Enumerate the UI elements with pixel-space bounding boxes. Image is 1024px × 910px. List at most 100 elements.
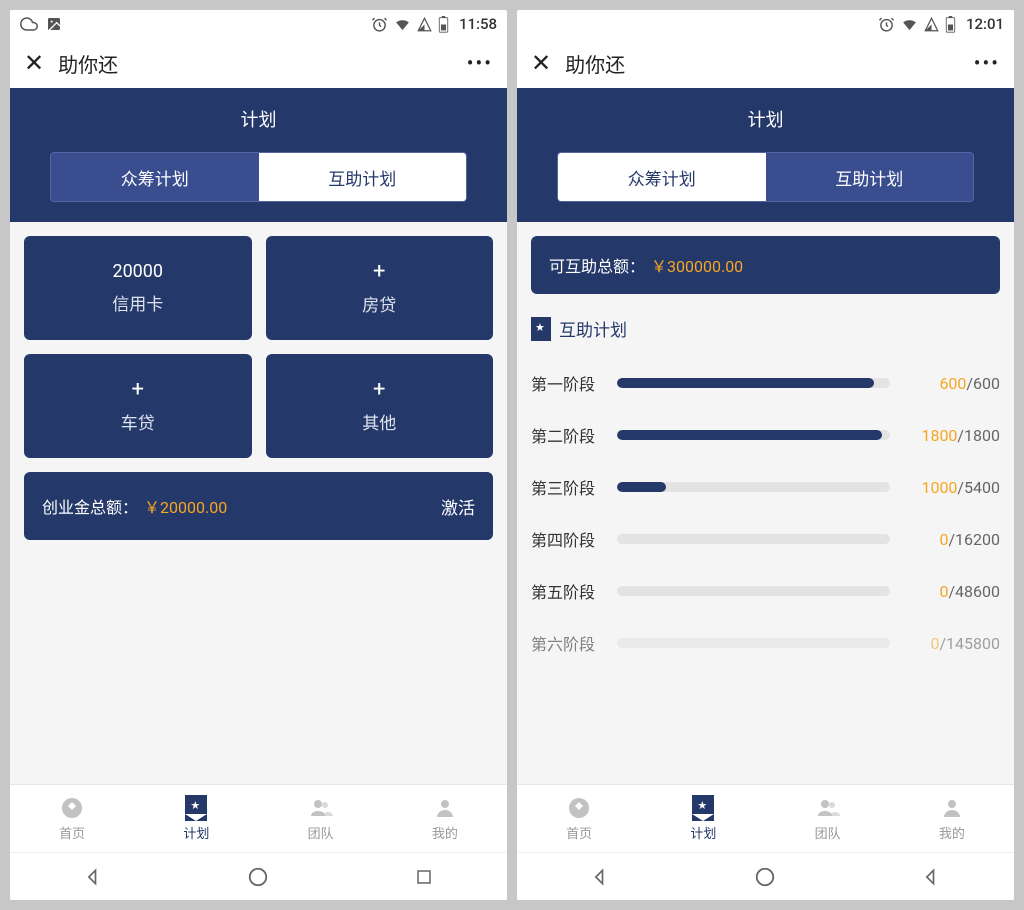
mutual-label: 可互助总额： (549, 253, 645, 277)
alarm-icon (371, 16, 388, 33)
stage-num: 0/48600 (902, 582, 1000, 601)
system-nav-bar (10, 852, 507, 900)
stage-num: 600/600 (902, 374, 1000, 393)
coin-icon (566, 796, 592, 820)
card-label: 车贷 (121, 409, 155, 434)
tab-row: 众筹计划 互助计划 (557, 152, 974, 202)
nav-label: 计划 (690, 823, 716, 842)
nav-label: 首页 (59, 823, 85, 842)
nav-label: 首页 (566, 823, 592, 842)
back-icon[interactable] (81, 865, 105, 889)
system-nav-bar (517, 852, 1014, 900)
nav-home[interactable]: 首页 (10, 785, 134, 852)
plan-title: 计划 (10, 106, 507, 132)
app-header: ✕ 助你还 ••• (517, 38, 1014, 88)
signal-icon (924, 17, 939, 32)
mutual-amount: ￥300000.00 (651, 253, 743, 277)
tab-crowdfund[interactable]: 众筹计划 (51, 153, 259, 201)
nav-home[interactable]: 首页 (517, 785, 641, 852)
bookmark-icon: ★ (183, 796, 209, 820)
team-icon (815, 796, 841, 820)
tab-crowdfund[interactable]: 众筹计划 (558, 153, 766, 201)
nav-plan[interactable]: ★ 计划 (134, 785, 258, 852)
status-bar: 11:58 (10, 10, 507, 38)
bookmark-icon: ★ (531, 317, 551, 341)
clock-time: 11:58 (459, 15, 497, 33)
stage-name: 第四阶段 (531, 527, 605, 551)
phone-left: 11:58 ✕ 助你还 ••• 计划 众筹计划 互助计划 20000 信用卡 +… (10, 10, 507, 900)
card-label: 信用卡 (112, 290, 163, 315)
progress-bar (617, 638, 890, 648)
image-icon (46, 16, 62, 32)
nav-plan[interactable]: ★ 计划 (641, 785, 765, 852)
plus-icon: + (132, 379, 144, 401)
card-other[interactable]: + 其他 (266, 354, 494, 458)
app-header: ✕ 助你还 ••• (10, 38, 507, 88)
status-bar: 12:01 (517, 10, 1014, 38)
total-amount: ￥20000.00 (144, 494, 227, 518)
home-icon[interactable] (246, 865, 270, 889)
nav-label: 团队 (815, 823, 841, 842)
stage-num: 1000/5400 (902, 478, 1000, 497)
stage-list: 第一阶段 600/600 第二阶段 1800/1800 第三阶段 1000/54… (531, 371, 1000, 655)
bottom-nav: 首页 ★ 计划 团队 我的 (10, 784, 507, 852)
stage-name: 第二阶段 (531, 423, 605, 447)
tab-mutual[interactable]: 互助计划 (766, 153, 974, 201)
progress-bar (617, 586, 890, 596)
progress-bar (617, 378, 890, 388)
nav-me[interactable]: 我的 (383, 785, 507, 852)
nav-team[interactable]: 团队 (259, 785, 383, 852)
app-title: 助你还 (58, 49, 118, 78)
card-mortgage[interactable]: + 房贷 (266, 236, 494, 340)
signal-icon (417, 17, 432, 32)
tab-mutual[interactable]: 互助计划 (259, 153, 467, 201)
progress-bar (617, 534, 890, 544)
content-area: 20000 信用卡 + 房贷 + 车贷 + 其他 创业金总额： ￥20000.0… (10, 222, 507, 784)
plus-icon: + (373, 379, 385, 401)
plus-icon: + (373, 261, 385, 283)
more-icon[interactable]: ••• (974, 51, 1000, 75)
content-area: 可互助总额： ￥300000.00 ★ 互助计划 第一阶段 600/600 第二… (517, 222, 1014, 784)
card-credit[interactable]: 20000 信用卡 (24, 236, 252, 340)
bookmark-icon: ★ (690, 796, 716, 820)
bottom-nav: 首页 ★ 计划 团队 我的 (517, 784, 1014, 852)
team-icon (308, 796, 334, 820)
progress-bar (617, 482, 890, 492)
nav-me[interactable]: 我的 (890, 785, 1014, 852)
stage-row: 第二阶段 1800/1800 (531, 423, 1000, 447)
user-icon (939, 796, 965, 820)
home-icon[interactable] (753, 865, 777, 889)
back-icon[interactable] (588, 865, 612, 889)
total-bar: 创业金总额： ￥20000.00 激活 (24, 472, 493, 540)
mutual-total-bar: 可互助总额： ￥300000.00 (531, 236, 1000, 294)
cloud-icon (20, 15, 38, 33)
stage-row: 第三阶段 1000/5400 (531, 475, 1000, 499)
wifi-icon (394, 16, 411, 33)
card-label: 其他 (362, 409, 396, 434)
stage-name: 第一阶段 (531, 371, 605, 395)
wifi-icon (901, 16, 918, 33)
section-title: 互助计划 (559, 316, 627, 341)
nav-team[interactable]: 团队 (766, 785, 890, 852)
clock-time: 12:01 (966, 15, 1004, 33)
stage-row: 第六阶段 0/145800 (531, 631, 1000, 655)
alarm-icon (878, 16, 895, 33)
back-icon[interactable] (919, 865, 943, 889)
plan-title: 计划 (517, 106, 1014, 132)
card-label: 房贷 (362, 291, 396, 316)
activate-button[interactable]: 激活 (441, 494, 475, 519)
more-icon[interactable]: ••• (467, 51, 493, 75)
card-car[interactable]: + 车贷 (24, 354, 252, 458)
battery-icon (438, 16, 449, 33)
stage-row: 第一阶段 600/600 (531, 371, 1000, 395)
user-icon (432, 796, 458, 820)
phone-right: 12:01 ✕ 助你还 ••• 计划 众筹计划 互助计划 可互助总额： ￥300… (517, 10, 1014, 900)
close-icon[interactable]: ✕ (531, 51, 551, 75)
tab-row: 众筹计划 互助计划 (50, 152, 467, 202)
stage-num: 1800/1800 (902, 426, 1000, 445)
recent-icon[interactable] (412, 865, 436, 889)
battery-icon (945, 16, 956, 33)
plan-header-block: 计划 众筹计划 互助计划 (517, 88, 1014, 222)
section-header: ★ 互助计划 (531, 316, 1000, 341)
close-icon[interactable]: ✕ (24, 51, 44, 75)
